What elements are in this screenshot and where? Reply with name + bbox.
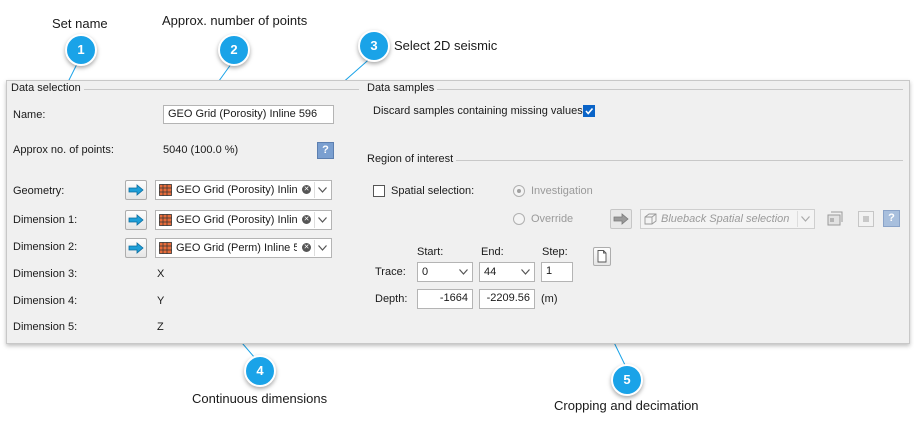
- spatial-selection-label: Spatial selection:: [391, 185, 475, 197]
- arrow-right-icon: [128, 184, 144, 196]
- step-label: Step:: [542, 246, 568, 258]
- dimension-1-combo[interactable]: GEO Grid (Porosity) Inline 596 ✕: [155, 210, 332, 230]
- override-radio[interactable]: [513, 213, 525, 225]
- arrow-right-icon: [613, 213, 629, 225]
- annotation-4-text: Continuous dimensions: [192, 391, 328, 406]
- trace-label: Trace:: [375, 266, 406, 278]
- chevron-down-icon[interactable]: [314, 182, 329, 198]
- trace-end-value: 44: [484, 266, 497, 278]
- start-label: Start:: [417, 246, 444, 258]
- spatial-select-arrow-button[interactable]: [610, 209, 632, 229]
- clear-icon[interactable]: ✕: [302, 215, 311, 224]
- dimension-4-value: Y: [157, 295, 165, 307]
- dimension-3-label: Dimension 3:: [13, 268, 78, 280]
- dimension-2-value: GEO Grid (Perm) Inline 596: [176, 242, 297, 254]
- spatial-selection-checkbox[interactable]: [373, 185, 385, 197]
- data-samples-title: Data samples: [367, 82, 438, 94]
- annotation-2-text: Approx. number of points: [162, 13, 308, 28]
- dimension-2-label: Dimension 2:: [13, 241, 78, 253]
- depth-unit: (m): [541, 293, 558, 305]
- dimension-2-select-arrow-button[interactable]: [125, 238, 147, 258]
- callout-badge-4: 4: [244, 355, 276, 387]
- trace-step-input[interactable]: 1: [541, 262, 573, 282]
- cube-icon: [644, 213, 657, 225]
- chevron-down-icon[interactable]: [456, 264, 470, 280]
- depth-start-input[interactable]: -1664: [417, 289, 473, 309]
- trace-start-value: 0: [422, 266, 429, 278]
- points-label: Approx no. of points:: [13, 144, 114, 156]
- dimension-5-value: Z: [157, 321, 164, 333]
- annotation-3-text: Select 2D seismic: [394, 38, 498, 53]
- checkmark-icon: [585, 107, 594, 115]
- chevron-down-icon[interactable]: [314, 212, 329, 228]
- stop-button[interactable]: [858, 211, 874, 227]
- dimension-5-label: Dimension 5:: [13, 321, 78, 333]
- annotation-1-text: Set name: [52, 16, 108, 31]
- grid-object-icon: [159, 242, 172, 254]
- depth-end-input[interactable]: -2209.56: [479, 289, 535, 309]
- investigation-radio[interactable]: [513, 185, 525, 197]
- dimension-1-value: GEO Grid (Porosity) Inline 596: [176, 214, 297, 226]
- callout-badge-2: 2: [218, 34, 250, 66]
- region-help-icon[interactable]: ?: [883, 210, 900, 227]
- name-label: Name:: [13, 109, 46, 121]
- clear-icon[interactable]: ✕: [302, 185, 311, 194]
- dialog-panel: Data selection Name: GEO Grid (Porosity)…: [6, 80, 910, 344]
- dimension-2-combo[interactable]: GEO Grid (Perm) Inline 596 ✕: [155, 238, 332, 258]
- dimension-1-select-arrow-button[interactable]: [125, 210, 147, 230]
- name-input[interactable]: GEO Grid (Porosity) Inline 596: [163, 105, 334, 124]
- new-document-button[interactable]: [593, 247, 611, 266]
- depth-label: Depth:: [375, 293, 408, 305]
- end-label: End:: [481, 246, 504, 258]
- points-value: 5040 (100.0 %): [163, 144, 239, 156]
- spatial-selection-value: Blueback Spatial selection: [661, 213, 790, 225]
- investigation-label: Investigation: [531, 185, 593, 197]
- geometry-combo[interactable]: GEO Grid (Porosity) Inline 596 ✕: [155, 180, 332, 200]
- chevron-down-icon[interactable]: [797, 211, 812, 227]
- trace-end-select[interactable]: 44: [479, 262, 535, 282]
- points-help-icon[interactable]: ?: [317, 142, 334, 159]
- trace-start-select[interactable]: 0: [417, 262, 473, 282]
- chevron-down-icon[interactable]: [314, 240, 329, 256]
- callout-badge-5: 5: [611, 364, 643, 396]
- data-samples-divider: [367, 89, 903, 90]
- override-label: Override: [531, 213, 574, 225]
- grid-object-icon: [159, 214, 172, 226]
- clear-icon[interactable]: ✕: [302, 243, 311, 252]
- region-title: Region of interest: [367, 153, 457, 165]
- dimension-4-label: Dimension 4:: [13, 295, 78, 307]
- chevron-down-icon[interactable]: [518, 264, 532, 280]
- grid-object-icon: [159, 184, 172, 196]
- callout-badge-3: 3: [358, 30, 390, 62]
- document-icon: [597, 250, 607, 263]
- spatial-selection-combo[interactable]: Blueback Spatial selection: [640, 209, 815, 229]
- settings-icon[interactable]: [825, 209, 845, 229]
- dimension-3-value: X: [157, 268, 165, 280]
- discard-checkbox[interactable]: [583, 105, 595, 117]
- arrow-right-icon: [128, 214, 144, 226]
- arrow-right-icon: [128, 242, 144, 254]
- geometry-label: Geometry:: [13, 185, 65, 197]
- discard-label: Discard samples containing missing value…: [373, 105, 586, 117]
- dimension-1-label: Dimension 1:: [13, 214, 78, 226]
- annotation-5-text: Cropping and decimation: [554, 398, 699, 413]
- stop-icon: [863, 216, 869, 222]
- geometry-value: GEO Grid (Porosity) Inline 596: [176, 184, 297, 196]
- callout-badge-1: 1: [65, 34, 97, 66]
- data-selection-title: Data selection: [11, 82, 84, 94]
- geometry-select-arrow-button[interactable]: [125, 180, 147, 200]
